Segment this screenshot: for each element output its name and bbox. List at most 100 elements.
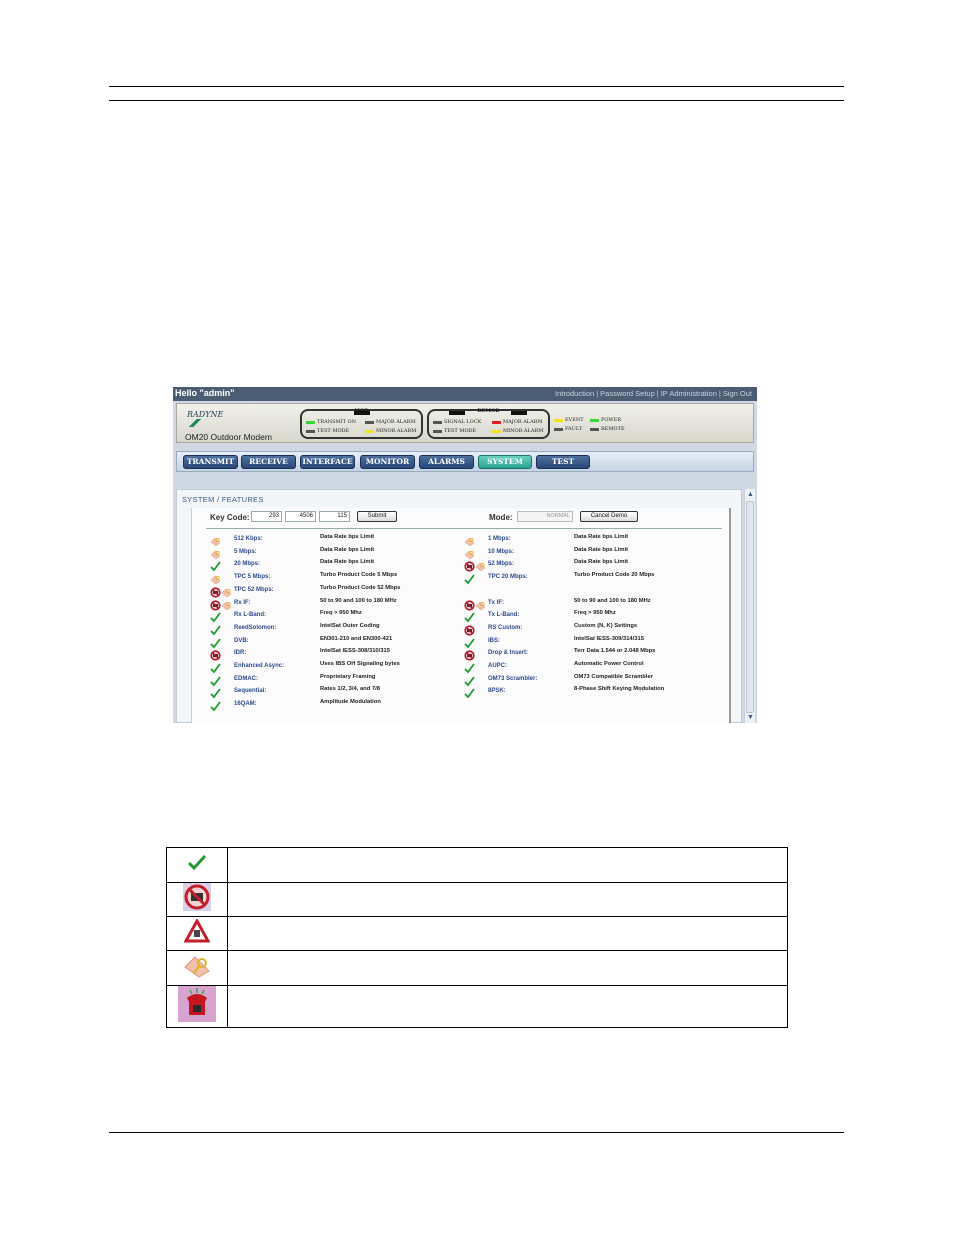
feature-description: Data Rate bps Limit: [574, 534, 629, 540]
led-indicator: [306, 420, 315, 424]
top-links: Introduction | Password Setup | IP Administr…: [555, 389, 752, 398]
feature-name: ReedSolomon:: [234, 624, 277, 631]
led-mod-major-alarm: MAJOR ALARM: [365, 419, 416, 425]
mode-field[interactable]: NORMAL: [517, 511, 573, 522]
feature-description: Automatic Power Control: [574, 661, 644, 667]
feature-description: Data Rate bps Limit: [574, 546, 629, 553]
logo-text: RADYNE: [187, 410, 224, 419]
feature-name: IBS:: [488, 637, 500, 644]
led-power: POWER: [590, 417, 621, 423]
scroll-thumb[interactable]: [746, 501, 754, 713]
tab-receive[interactable]: RECEIVE: [241, 455, 296, 469]
legend-row: [166, 847, 788, 883]
feature-status-icons: [464, 636, 488, 648]
led-indicator: [492, 429, 501, 433]
feature-description: Rates 1/2, 3/4, and 7/8: [320, 686, 380, 693]
feature-name: IDR:: [234, 650, 247, 657]
header-rule-top: [109, 86, 844, 87]
legend-row: [166, 916, 788, 951]
led-mod-test-mode: TEST MODE: [306, 428, 349, 434]
link-ip-administration[interactable]: IP Administration: [661, 389, 717, 398]
led-demod-minor-alarm: MINOR ALARM: [492, 428, 543, 434]
feature-name: 16QAM:: [234, 701, 257, 708]
tab-test[interactable]: TEST: [536, 455, 590, 469]
mode-label: Mode:: [489, 513, 513, 522]
feature-status-icons: [210, 661, 234, 674]
led-indicator: [590, 418, 599, 422]
legend-icon-cell: [166, 950, 228, 986]
feature-name: AUPC:: [488, 663, 507, 669]
feature-status-icons: [210, 686, 234, 699]
key-code-field-2[interactable]: 4506: [285, 511, 316, 522]
link-password-setup[interactable]: Password Setup: [600, 389, 655, 398]
feature-description: EN301-210 and EN300-421: [320, 635, 393, 642]
legend-text: [227, 950, 788, 986]
tab-monitor[interactable]: MONITOR: [360, 455, 415, 469]
feature-description: 50 to 90 and 100 to 180 MHz: [574, 597, 651, 604]
feature-name: 5 Mbps:: [234, 548, 257, 555]
key-code-field-1[interactable]: 293: [251, 511, 282, 522]
feature-status-icons: [464, 686, 488, 699]
led-indicator: [365, 420, 374, 424]
legend-icon-cell: [166, 847, 228, 883]
legend-row: [166, 882, 788, 917]
led-indicator: [590, 427, 599, 431]
feature-name: OM73 Scrambler:: [488, 675, 538, 682]
product-name: OM20 Outdoor Modem: [185, 432, 272, 442]
feature-name: 8PSK:: [488, 688, 506, 695]
submit-button[interactable]: Submit: [357, 511, 397, 522]
led-indicator: [365, 429, 374, 433]
scroll-up-icon[interactable]: ▲: [746, 490, 755, 499]
feature-name: Rx IF:: [234, 599, 251, 606]
feature-name: Enhanced Async:: [234, 663, 285, 669]
tab-system[interactable]: SYSTEM: [478, 455, 532, 469]
legend-icon-cell: [166, 985, 228, 1028]
feature-description: Freq > 950 Mhz: [574, 610, 616, 617]
feature-status-icons: [464, 598, 488, 611]
feature-description: Data Rate bps Limit: [320, 559, 375, 566]
feature-name: EDMAC:: [234, 675, 258, 682]
feature-name: 52 Mbps:: [488, 561, 515, 568]
icon-legend-table: [166, 847, 788, 1028]
divider: [206, 528, 722, 529]
content-area: SYSTEM / FEATURES Key Code: 293 4506 115…: [176, 489, 742, 723]
mod-status-group: MOD TRANSMIT ON MAJOR ALARM TEST MODE MI…: [300, 408, 423, 439]
feature-status-icons: [210, 699, 234, 712]
feature-status-icons: [464, 547, 488, 560]
feature-status-icons: [210, 636, 234, 648]
tab-interface[interactable]: INTERFACE: [300, 455, 355, 469]
link-sign-out[interactable]: Sign Out: [723, 389, 752, 398]
led-remote: REMOTE: [590, 426, 625, 432]
link-introduction[interactable]: Introduction: [555, 389, 594, 398]
key-code-label: Key Code:: [210, 513, 250, 522]
legend-icon-cell: [166, 916, 228, 951]
tab-alarms[interactable]: ALARMS: [419, 455, 474, 469]
feature-status-icons: [464, 674, 488, 687]
feature-status-icons: [464, 585, 488, 597]
link-separator: |: [656, 389, 659, 398]
led-indicator: [433, 429, 442, 433]
link-separator: |: [596, 389, 599, 398]
feature-status-icons: [464, 661, 488, 674]
tab-transmit[interactable]: TRANSMIT: [183, 455, 238, 469]
cancel-demo-button[interactable]: Cancel Demo: [580, 511, 638, 522]
feature-name: RS Custom:: [488, 624, 523, 631]
feature-name: DVB:: [234, 637, 249, 644]
scroll-down-icon[interactable]: ▼: [746, 713, 755, 722]
feature-description: Terr Data 1.544 or 2.048 Mbps: [574, 648, 656, 655]
feature-status-icons: [464, 648, 488, 661]
modem-header: RADYNE OM20 Outdoor Modem MOD TRANSMIT O…: [176, 403, 754, 443]
features-panel: Key Code: 293 4506 115 Submit Mode: NORM…: [191, 508, 731, 723]
header-rule-bottom: [109, 100, 844, 101]
feature-name: 20 Mbps:: [234, 561, 261, 568]
feature-description: Turbo Product Code 5 Mbps: [320, 572, 398, 579]
scrollbar[interactable]: ▲ ▼: [744, 489, 755, 723]
breadcrumb: SYSTEM / FEATURES: [182, 495, 264, 504]
feature-name: 10 Mbps:: [488, 548, 515, 555]
feature-description: Amplitude Modulation: [320, 699, 381, 706]
key-code-field-3[interactable]: 115: [319, 511, 350, 522]
feature-status-icons: [464, 559, 488, 572]
demod-title: DEMOD: [477, 408, 500, 414]
feature-name: Sequential:: [234, 688, 267, 695]
warning-icon: [183, 917, 211, 943]
